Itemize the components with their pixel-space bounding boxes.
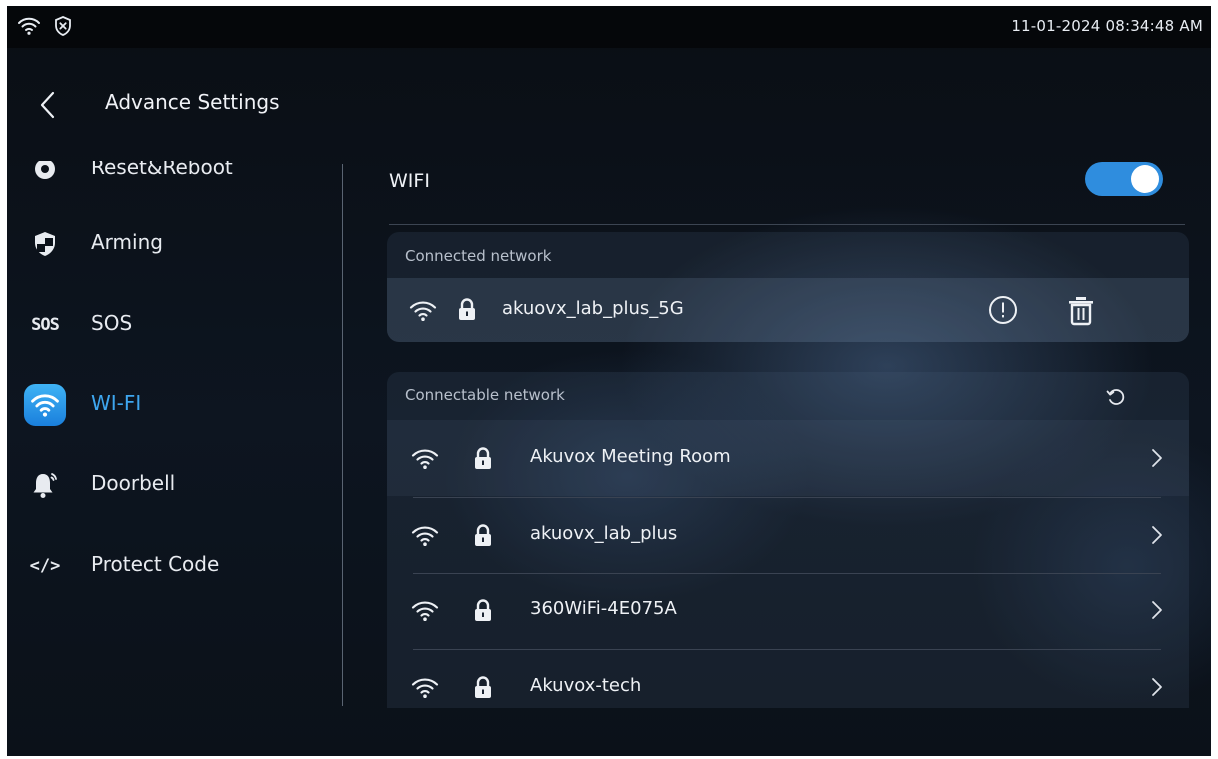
network-name: akuovx_lab_plus <box>530 523 678 544</box>
refresh-icon <box>1106 389 1125 405</box>
connected-network-header: Connected network <box>405 247 552 265</box>
code-icon: </> <box>23 546 67 586</box>
bell-icon <box>23 465 67 505</box>
chevron-right-icon <box>1151 677 1163 701</box>
lock-icon <box>473 598 493 626</box>
gear-icon <box>23 161 67 189</box>
sos-icon-text: SOS <box>31 315 60 335</box>
sidebar-item-arming[interactable]: Arming <box>7 218 337 268</box>
chevron-right-icon <box>1151 600 1163 624</box>
wifi-signal-icon <box>409 300 437 326</box>
network-row-akuvox-tech[interactable]: Akuvox-tech <box>387 650 1189 708</box>
shield-icon <box>23 224 67 264</box>
sidebar-item-protect-code[interactable]: </> Protect Code <box>7 540 337 590</box>
wifi-status-icon <box>17 16 41 40</box>
network-name: Akuvox-tech <box>530 675 642 696</box>
wifi-title: WIFI <box>389 170 430 192</box>
refresh-button[interactable] <box>1105 386 1127 412</box>
section-divider <box>389 224 1185 225</box>
sidebar-item-label: WI-FI <box>91 391 142 415</box>
lock-icon <box>457 297 477 325</box>
toggle-knob <box>1131 165 1159 193</box>
sidebar-item-label: Reset&Reboot <box>91 155 233 179</box>
lock-icon <box>473 675 493 703</box>
sidebar-item-reset-reboot[interactable]: Reset&Reboot <box>7 155 337 193</box>
network-row-akuovx-lab-plus[interactable]: akuovx_lab_plus <box>387 498 1189 573</box>
status-bar: 11-01-2024 08:34:48 AM <box>7 6 1211 48</box>
forget-network-button[interactable] <box>1067 295 1095 331</box>
info-icon <box>989 296 1017 324</box>
page-title: Advance Settings <box>105 90 280 114</box>
network-row-360wifi-4e075a[interactable]: 360WiFi-4E075A <box>387 574 1189 649</box>
sidebar-item-label: Protect Code <box>91 552 220 576</box>
wifi-signal-icon <box>411 677 439 703</box>
connected-network-card: Connected network akuovx_lab_plus_5G <box>387 232 1189 342</box>
status-datetime: 11-01-2024 08:34:48 AM <box>1011 17 1203 35</box>
sidebar-item-label: Doorbell <box>91 471 176 495</box>
network-name: 360WiFi-4E075A <box>530 598 677 619</box>
lock-icon <box>473 446 493 474</box>
wifi-icon <box>23 383 67 427</box>
sidebar-item-wifi[interactable]: WI-FI <box>7 379 337 429</box>
network-row-akuvox-meeting-room[interactable]: Akuvox Meeting Room <box>387 420 1189 496</box>
network-name: Akuvox Meeting Room <box>530 446 731 467</box>
trash-icon <box>1069 297 1093 326</box>
chevron-left-icon <box>40 91 55 119</box>
wifi-signal-icon <box>411 600 439 626</box>
chevron-right-icon <box>1151 525 1163 549</box>
screen: 11-01-2024 08:34:48 AM Advance Settings … <box>7 6 1211 756</box>
connectable-network-header: Connectable network <box>405 386 565 404</box>
lock-icon <box>473 523 493 551</box>
sos-icon: SOS <box>23 305 67 345</box>
back-button[interactable] <box>37 90 59 124</box>
wifi-signal-icon <box>411 525 439 551</box>
sidebar-item-label: SOS <box>91 311 133 335</box>
sidebar-item-doorbell[interactable]: Doorbell <box>7 459 337 509</box>
sidebar-divider <box>342 164 343 706</box>
connected-network-row[interactable]: akuovx_lab_plus_5G <box>387 278 1189 342</box>
sidebar-item-label: Arming <box>91 230 163 254</box>
network-info-button[interactable] <box>987 294 1019 330</box>
shield-x-icon <box>53 15 73 41</box>
code-icon-text: </> <box>29 556 61 576</box>
chevron-right-icon <box>1151 448 1163 472</box>
wifi-signal-icon <box>411 448 439 474</box>
wifi-toggle[interactable] <box>1085 162 1163 196</box>
connected-network-name: akuovx_lab_plus_5G <box>502 298 684 319</box>
sidebar-item-sos[interactable]: SOS SOS <box>7 299 337 349</box>
connectable-network-card: Connectable network Akuvox Meeting Room … <box>387 372 1189 708</box>
